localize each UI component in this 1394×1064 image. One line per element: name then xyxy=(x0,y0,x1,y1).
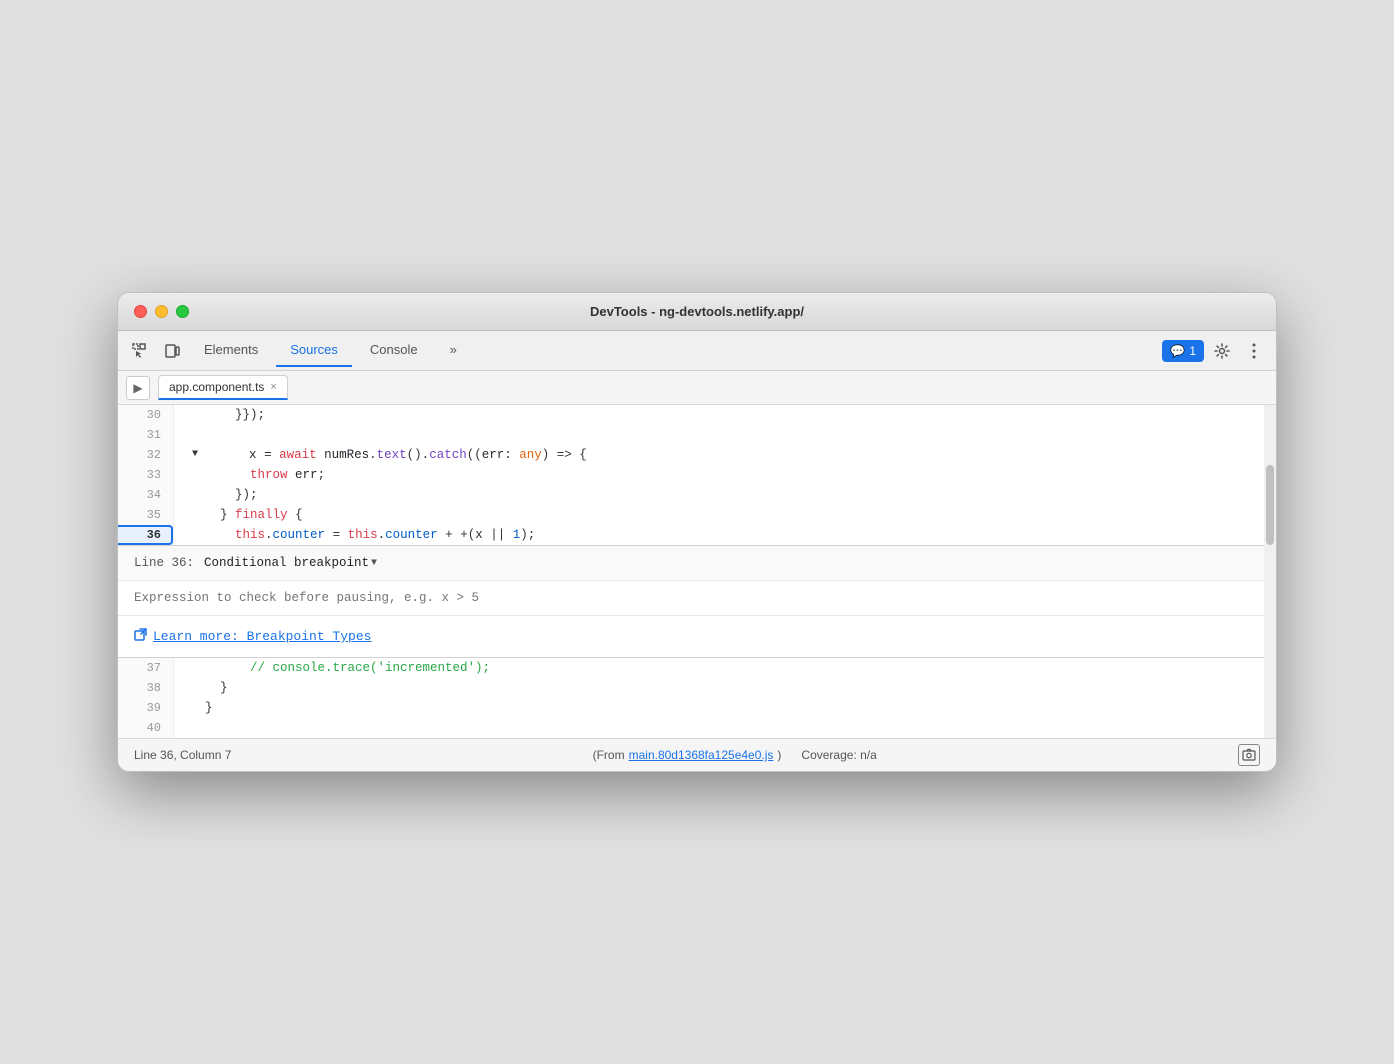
traffic-lights xyxy=(134,305,189,318)
code-line-34: 34 }); xyxy=(118,485,1264,505)
console-messages-badge[interactable]: 💬 1 xyxy=(1162,340,1204,362)
file-tab-close[interactable]: × xyxy=(270,381,276,393)
device-icon-button[interactable] xyxy=(158,337,186,365)
from-label: (From xyxy=(593,748,625,762)
status-bar: Line 36, Column 7 (From main.80d1368fa12… xyxy=(118,738,1276,771)
window-title: DevTools - ng-devtools.netlify.app/ xyxy=(590,304,804,319)
console-icon: 💬 xyxy=(1170,344,1185,358)
code-editor: 30 }}); 31 32 ▼ x = await numRes.text().… xyxy=(118,405,1264,738)
minimize-button[interactable] xyxy=(155,305,168,318)
scrollbar-thumb[interactable] xyxy=(1266,465,1274,545)
source-file-link[interactable]: main.80d1368fa125e4e0.js xyxy=(629,748,774,762)
status-right xyxy=(1238,744,1260,766)
screenshot-button[interactable] xyxy=(1238,744,1260,766)
code-line-36[interactable]: 36 this.counter = this.counter + +(x || … xyxy=(118,525,1264,545)
devtools-tabbar: Elements Sources Console » 💬 1 xyxy=(118,331,1276,371)
breakpoint-line-label: Line 36: xyxy=(134,556,194,570)
code-line-35: 35 } finally { xyxy=(118,505,1264,525)
code-line-31: 31 xyxy=(118,425,1264,445)
code-line-39: 39 } xyxy=(118,698,1264,718)
close-paren: ) xyxy=(777,748,781,762)
breakpoint-type-label: Conditional breakpoint xyxy=(204,556,369,570)
tab-console[interactable]: Console xyxy=(356,334,432,367)
file-tab-name: app.component.ts xyxy=(169,380,264,394)
file-tab-app-component[interactable]: app.component.ts × xyxy=(158,375,288,400)
maximize-button[interactable] xyxy=(176,305,189,318)
devtools-window: DevTools - ng-devtools.netlify.app/ Elem… xyxy=(117,292,1277,772)
file-tabbar: ▶ app.component.ts × xyxy=(118,371,1276,405)
sidebar-toggle[interactable]: ▶ xyxy=(126,376,150,400)
cursor-icon-button[interactable] xyxy=(126,337,154,365)
tab-sources[interactable]: Sources xyxy=(276,334,352,367)
more-options-button[interactable] xyxy=(1240,337,1268,365)
scrollbar[interactable] xyxy=(1264,405,1276,738)
breakpoint-expression-input[interactable] xyxy=(134,591,1248,605)
external-link-icon xyxy=(134,628,147,645)
title-bar: DevTools - ng-devtools.netlify.app/ xyxy=(118,293,1276,331)
tab-elements[interactable]: Elements xyxy=(190,334,272,367)
code-line-40: 40 xyxy=(118,718,1264,738)
close-button[interactable] xyxy=(134,305,147,318)
tab-more[interactable]: » xyxy=(436,334,471,367)
learn-more-link[interactable]: Learn more: Breakpoint Types xyxy=(153,629,371,644)
code-line-38: 38 } xyxy=(118,678,1264,698)
code-line-33: 33 throw err; xyxy=(118,465,1264,485)
cursor-position: Line 36, Column 7 xyxy=(134,748,231,762)
code-line-32: 32 ▼ x = await numRes.text().catch((err:… xyxy=(118,445,1264,465)
status-center: (From main.80d1368fa125e4e0.js ) Coverag… xyxy=(231,748,1238,762)
code-line-30: 30 }}); xyxy=(118,405,1264,425)
right-icons: 💬 1 xyxy=(1162,337,1268,365)
settings-button[interactable] xyxy=(1208,337,1236,365)
breakpoint-line-num: 36 xyxy=(118,525,174,545)
code-line-37: 37 // console.trace('incremented'); xyxy=(118,658,1264,678)
sidebar-toggle-icon: ▶ xyxy=(133,381,142,395)
breakpoint-type-dropdown[interactable]: ▼ xyxy=(371,558,377,569)
breakpoint-popup: Line 36: Conditional breakpoint ▼ xyxy=(118,545,1264,658)
coverage-label: Coverage: n/a xyxy=(801,748,876,762)
